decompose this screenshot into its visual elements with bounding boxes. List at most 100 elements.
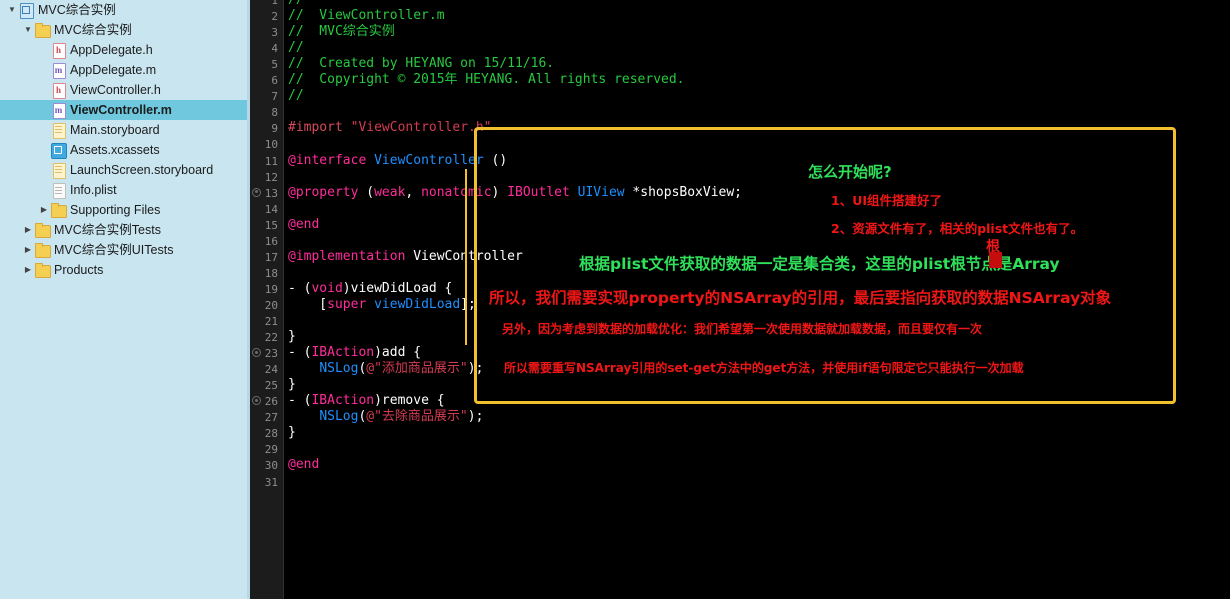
nav-item-main-storyboard[interactable]: Main.storyboard <box>0 120 250 140</box>
text-caret <box>465 168 467 346</box>
code-token-plain: - ( <box>288 280 312 296</box>
disclosure-triangle-icon[interactable] <box>22 266 34 274</box>
code-line[interactable]: @interface ViewController () <box>288 153 507 169</box>
nav-item-assets-xcassets[interactable]: Assets.xcassets <box>0 140 250 160</box>
code-token-plain: - ( <box>288 393 312 409</box>
nav-item-mvc[interactable]: MVC综合实例 <box>0 20 250 40</box>
code-line[interactable]: // <box>288 0 304 8</box>
code-token-keyword: @end <box>288 216 320 232</box>
storyboard-icon <box>50 163 66 179</box>
code-token-type: UIView <box>577 184 625 200</box>
line-number: 9 <box>271 122 278 136</box>
disclosure-triangle-icon[interactable] <box>22 246 34 254</box>
disclosure-triangle-icon[interactable] <box>22 226 34 234</box>
code-line[interactable]: NSLog(@"去除商品展示"); <box>288 409 483 425</box>
code-line[interactable]: } <box>288 425 296 441</box>
code-line[interactable]: // ViewController.m <box>288 8 445 24</box>
nav-item-label: MVC综合实例 <box>54 23 132 37</box>
line-number: 14 <box>264 202 278 216</box>
line-number: 5 <box>271 58 278 72</box>
code-line[interactable]: @end <box>288 217 319 233</box>
nav-item-appdelegate-h[interactable]: h AppDelegate.h <box>0 40 250 60</box>
header-file-icon: h <box>50 43 66 59</box>
line-number: 29 <box>264 443 278 457</box>
code-line[interactable]: // Created by HEYANG on 15/11/16. <box>288 56 554 72</box>
nav-item-label: AppDelegate.m <box>70 63 157 77</box>
code-line[interactable]: - (IBAction)add { <box>288 345 421 361</box>
icon-glyph <box>55 187 62 194</box>
code-token-preprocessor: #import <box>288 120 351 136</box>
code-line[interactable]: @end <box>288 457 319 473</box>
line-number: 22 <box>264 331 278 345</box>
nav-item-mvc-uitests[interactable]: MVC综合实例UITests <box>0 240 250 260</box>
nav-item-supporting-files[interactable]: Supporting Files <box>0 200 250 220</box>
annotation-overlap-block <box>989 252 1002 268</box>
code-line[interactable]: - (IBAction)remove { <box>288 393 445 409</box>
annotation-title: 怎么开始呢? <box>808 163 892 181</box>
code-line[interactable]: [super viewDidLoad]; <box>288 297 476 313</box>
nav-item-appdelegate-m[interactable]: m AppDelegate.m <box>0 60 250 80</box>
folder-icon <box>50 203 67 218</box>
code-line[interactable]: @implementation ViewController <box>288 249 523 265</box>
code-line[interactable]: } <box>288 377 296 393</box>
nav-item-products[interactable]: Products <box>0 260 250 280</box>
code-line[interactable]: } <box>288 329 296 345</box>
annotation-red-line-1: 所以，我们需要实现property的NSArray的引用，最后要指向获取的数据N… <box>489 289 1112 307</box>
annotation-red-line-3: 所以需要重写NSArray引用的set-get方法中的get方法，并使用if语句… <box>504 361 1024 375</box>
code-token-plain: ); <box>467 361 484 377</box>
annotation-item-2: 2、资源文件有了，相关的plist文件也有了。 <box>831 221 1084 236</box>
project-navigator-list[interactable]: MVC综合实例 MVC综合实例 h AppDelegate.h m AppDelegate… <box>0 0 250 280</box>
icon-glyph <box>54 146 62 154</box>
code-token-plain: } <box>288 377 296 393</box>
project-navigator[interactable]: MVC综合实例 MVC综合实例 h AppDelegate.h m AppDelegate… <box>0 0 250 599</box>
code-token-modifier: nonatomic <box>421 184 492 200</box>
line-number: 25 <box>264 379 278 393</box>
line-number: 20 <box>264 298 278 312</box>
code-token-plain: )remove { <box>374 393 445 409</box>
nav-item-label: Products <box>54 263 104 277</box>
code-token-comment: // Created by HEYANG on 15/11/16. <box>288 56 555 72</box>
nav-item-launchscreen-storyboard[interactable]: LaunchScreen.storyboard <box>0 160 250 180</box>
code-line[interactable]: // <box>288 88 304 104</box>
code-line[interactable]: // MVC综合实例 <box>288 24 395 40</box>
code-token-keyword: @property <box>288 184 359 200</box>
nav-item-mvc-tests[interactable]: MVC综合实例Tests <box>0 220 250 240</box>
code-token-comment: // <box>288 40 304 56</box>
line-number: 12 <box>264 170 278 184</box>
nav-item-label: LaunchScreen.storyboard <box>70 163 214 177</box>
nav-item-info-plist[interactable]: Info.plist <box>0 180 250 200</box>
code-line[interactable]: NSLog(@"添加商品展示"); <box>288 361 483 377</box>
ib-connection-marker-icon[interactable] <box>252 187 261 197</box>
annotation-red-line-2: 另外，因为考虑到数据的加载优化：我们希望第一次使用数据就加载数据，而且要仅有一次 <box>502 322 983 336</box>
code-line[interactable]: // <box>288 40 304 56</box>
code-token-modifier: weak <box>374 184 406 200</box>
disclosure-triangle-icon[interactable] <box>38 206 50 214</box>
code-token-string: @"添加商品展示" <box>366 361 468 377</box>
code-line[interactable]: - (void)viewDidLoad { <box>288 281 452 297</box>
code-token-type: ViewController <box>374 152 484 168</box>
code-line[interactable]: #import "ViewController.h" <box>288 120 492 136</box>
code-token-type: viewDidLoad <box>374 296 461 312</box>
line-number: 19 <box>264 282 278 296</box>
code-token-comment: // MVC综合实例 <box>288 24 395 40</box>
code-token-keyword: @implementation <box>288 248 406 264</box>
icon-glyph <box>55 126 62 134</box>
line-number: 16 <box>264 234 278 248</box>
nav-item-viewcontroller-h[interactable]: h ViewController.h <box>0 80 250 100</box>
code-line[interactable]: @property (weak, nonatomic) IBOutlet UIV… <box>288 185 742 201</box>
disclosure-triangle-icon[interactable] <box>22 26 34 34</box>
nav-item-viewcontroller-m[interactable]: m ViewController.m <box>0 100 250 120</box>
annotation-item-1: 1、UI组件搭建好了 <box>831 193 942 208</box>
code-line[interactable]: // Copyright © 2015年 HEYANG. All rights … <box>288 72 685 88</box>
code-token-comment: // <box>288 0 304 7</box>
nav-item-mvc[interactable]: MVC综合实例 <box>0 0 250 20</box>
source-file-icon: m <box>50 63 66 79</box>
line-number: 6 <box>271 74 278 88</box>
disclosure-triangle-icon[interactable] <box>6 6 18 14</box>
source-file-icon: m <box>50 103 66 119</box>
line-number: 8 <box>271 106 278 120</box>
